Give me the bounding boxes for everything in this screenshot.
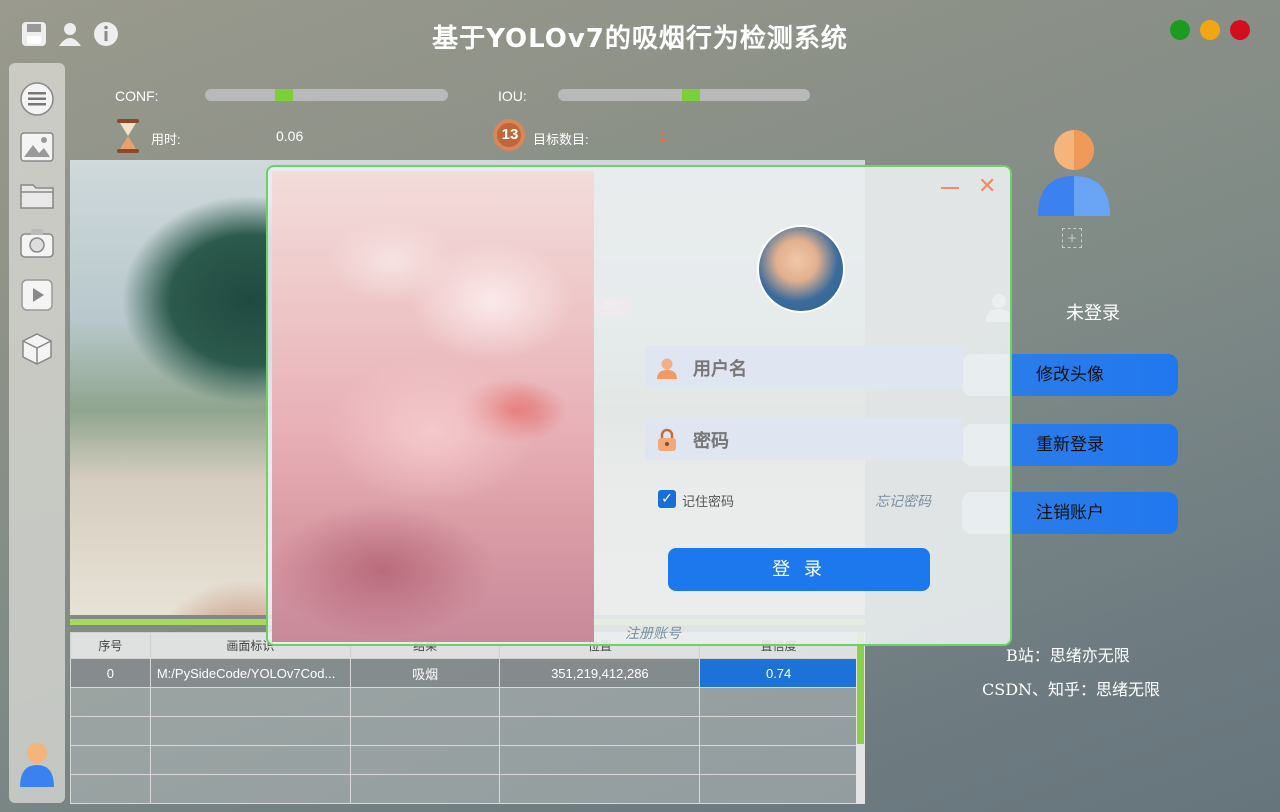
profile-avatar-icon[interactable] bbox=[1038, 128, 1110, 220]
time-value: 0.06 bbox=[276, 128, 304, 144]
video-icon[interactable] bbox=[19, 277, 55, 313]
app-title: 基于YOLOv7的吸烟行为检测系统 bbox=[432, 24, 848, 54]
sidebar bbox=[9, 63, 65, 803]
cell-index[interactable]: 0 bbox=[70, 658, 151, 688]
menu-icon[interactable] bbox=[19, 81, 55, 117]
forgot-password-link[interactable]: 忘记密码 bbox=[875, 491, 931, 511]
iou-slider[interactable] bbox=[558, 89, 810, 101]
count-label: 目标数目: bbox=[533, 132, 589, 147]
credit-csdn: CSDN、知乎：思绪无限 bbox=[982, 680, 1161, 699]
cell-source[interactable]: M:/PySideCode/YOLOv7Cod... bbox=[149, 658, 351, 688]
credit-bilibili: B站：思绪亦无限 bbox=[1006, 646, 1130, 665]
iou-label: IOU: bbox=[498, 88, 527, 104]
results-table: 序号 画面标识 结果 位置 置信度 0 M:/PySideCode/YOLOv7… bbox=[70, 632, 858, 804]
hourglass-icon bbox=[117, 119, 139, 153]
cell-confidence[interactable]: 0.74 bbox=[699, 658, 858, 688]
count-icon-text: 13 bbox=[501, 126, 519, 143]
login-avatar bbox=[757, 225, 845, 313]
table-row[interactable] bbox=[70, 745, 858, 775]
register-link[interactable]: 注册账号 bbox=[625, 623, 681, 643]
conf-slider[interactable] bbox=[205, 89, 448, 101]
close-button[interactable] bbox=[1230, 20, 1250, 40]
camera-icon[interactable] bbox=[19, 225, 55, 261]
table-row[interactable] bbox=[70, 687, 858, 717]
lock-icon bbox=[658, 428, 676, 451]
username-icon bbox=[657, 358, 677, 379]
count-value: 1 bbox=[659, 128, 667, 144]
remember-checkbox[interactable]: ✓ bbox=[658, 490, 676, 508]
table-row[interactable]: 0 M:/PySideCode/YOLOv7Cod... 吸烟 351,219,… bbox=[70, 658, 858, 688]
password-field[interactable]: 密码 bbox=[645, 418, 963, 460]
minimize-button[interactable] bbox=[1200, 20, 1220, 40]
add-avatar-button[interactable]: + bbox=[1062, 228, 1082, 248]
dialog-artwork bbox=[272, 171, 594, 642]
username-placeholder: 用户名 bbox=[693, 359, 747, 380]
remember-label: 记住密码 bbox=[682, 495, 735, 510]
table-row[interactable] bbox=[70, 716, 858, 746]
maximize-button[interactable] bbox=[1170, 20, 1190, 40]
cell-result[interactable]: 吸烟 bbox=[349, 658, 501, 688]
iou-slider-handle[interactable] bbox=[682, 89, 700, 101]
username-field[interactable]: 用户名 bbox=[645, 346, 963, 388]
dialog-minimize-button[interactable] bbox=[941, 187, 959, 189]
image-icon[interactable] bbox=[19, 129, 55, 165]
password-placeholder: 密码 bbox=[693, 431, 729, 452]
model-icon[interactable] bbox=[19, 331, 55, 367]
top-bar: 基于YOLOv7的吸烟行为检测系统 bbox=[0, 0, 1280, 64]
login-button[interactable]: 登 录 bbox=[668, 548, 930, 591]
conf-label: CONF: bbox=[115, 88, 159, 104]
dialog-close-icon[interactable]: ✕ bbox=[978, 176, 998, 198]
cell-position[interactable]: 351,219,412,286 bbox=[499, 658, 701, 688]
col-index[interactable]: 序号 bbox=[70, 632, 151, 659]
login-dialog: ✕ 用户名 密码 ✓ 记住密码 忘记密码 登 录 注册账号 bbox=[266, 165, 1012, 646]
folder-icon[interactable] bbox=[19, 177, 55, 213]
user-avatar-icon[interactable] bbox=[18, 741, 56, 789]
table-scrollbar[interactable] bbox=[856, 632, 865, 804]
conf-slider-handle[interactable] bbox=[275, 89, 293, 101]
login-status: 未登录 bbox=[1066, 303, 1120, 324]
time-label: 用时: bbox=[151, 132, 181, 147]
table-row[interactable] bbox=[70, 774, 858, 804]
scrollbar-thumb[interactable] bbox=[857, 632, 864, 744]
